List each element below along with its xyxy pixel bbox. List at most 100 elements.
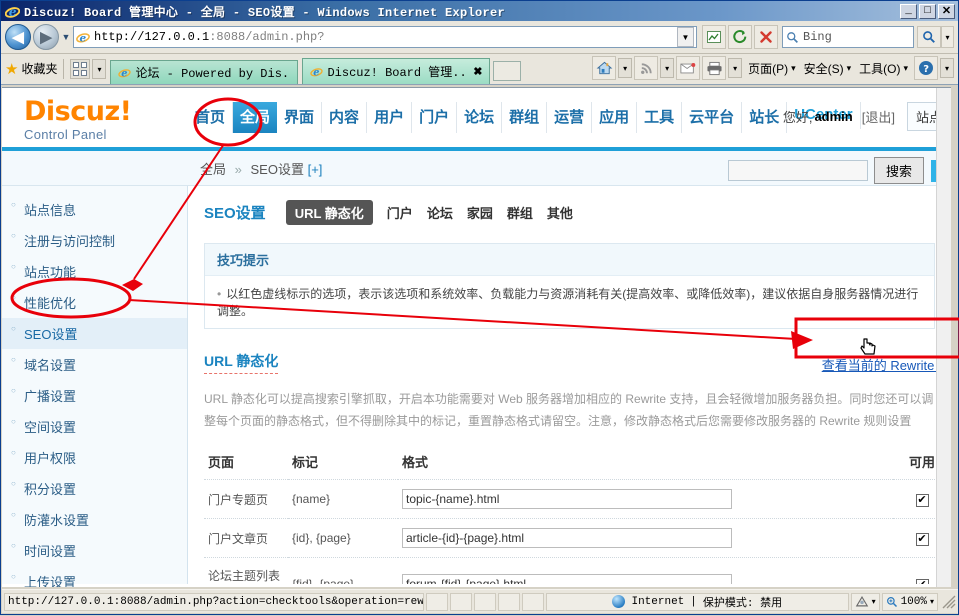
browser-search-go-button[interactable] <box>917 26 941 48</box>
sidebar-item-site-info[interactable]: 站点信息 <box>2 194 187 225</box>
help-dropdown-icon[interactable]: ▾ <box>940 58 954 78</box>
breadcrumb-expand[interactable]: [+] <box>308 162 323 177</box>
protected-mode-label: 保护模式: 禁用 <box>702 597 783 610</box>
sidebar-item-site-features[interactable]: 站点功能 <box>2 256 187 287</box>
tab-url-static[interactable]: URL 静态化 <box>285 200 373 225</box>
search-icon <box>787 31 798 43</box>
privacy-report-button[interactable]: ▾ <box>850 592 880 611</box>
page-scrollbar[interactable] <box>936 88 951 587</box>
sidebar-item-upload[interactable]: 上传设置 <box>2 566 187 587</box>
view-rewrite-rules-link[interactable]: 查看当前的 Rewrite 规 <box>822 355 951 374</box>
format-input[interactable] <box>402 574 732 584</box>
favorites-dropdown-icon[interactable]: ▾ <box>92 59 107 79</box>
cell-page: 门户文章页 <box>204 518 288 558</box>
favorites-grid-icon[interactable] <box>70 59 91 79</box>
print-dropdown-icon[interactable]: ▾ <box>728 58 743 78</box>
sidebar-item-antispam[interactable]: 防灌水设置 <box>2 504 187 535</box>
sidebar-item-space[interactable]: 空间设置 <box>2 411 187 442</box>
resize-grip[interactable] <box>942 595 956 609</box>
breadcrumb-root[interactable]: 全局 <box>200 162 226 177</box>
cell-page: 门户专题页 <box>204 479 288 519</box>
tab-portal[interactable]: 门户 <box>387 203 413 222</box>
admin-search-input[interactable] <box>727 160 868 181</box>
sidebar: 站点信息 注册与访问控制 站点功能 性能优化 SEO设置 域名设置 广播设置 空… <box>2 186 188 587</box>
svg-text:e: e <box>80 32 87 44</box>
sidebar-item-time[interactable]: 时间设置 <box>2 535 187 566</box>
sidebar-item-permissions[interactable]: 用户权限 <box>2 442 187 473</box>
nav-item-portal[interactable]: 门户 <box>412 102 458 133</box>
chevron-down-icon: ▾ <box>791 63 796 73</box>
nav-item-interface[interactable]: 界面 <box>277 102 323 133</box>
tab-home[interactable]: 家园 <box>467 203 493 222</box>
format-input[interactable] <box>402 489 732 509</box>
admin-search-button[interactable]: 搜索 <box>873 157 924 184</box>
privacy-icon <box>855 596 868 607</box>
minimize-button[interactable]: _ <box>900 3 917 19</box>
sidebar-item-broadcast[interactable]: 广播设置 <box>2 380 187 411</box>
discuz-logo[interactable]: Discuz! Control Panel <box>2 88 188 147</box>
safety-menu[interactable]: 安全(S) ▾ <box>804 56 852 81</box>
section-description: URL 静态化可以提高搜索引擎抓取，开启本功能需要对 Web 服务器增加相应的 … <box>204 392 934 428</box>
nav-item-operation[interactable]: 运营 <box>547 102 593 133</box>
enabled-checkbox[interactable]: ✔ <box>915 578 929 584</box>
history-dropdown-icon[interactable]: ▼ <box>59 32 73 42</box>
nav-item-users[interactable]: 用户 <box>367 102 413 133</box>
tab-other[interactable]: 其他 <box>547 203 573 222</box>
nav-item-home[interactable]: 首页 <box>188 102 234 133</box>
browser-search-box[interactable]: Bing <box>782 26 914 48</box>
tools-menu[interactable]: 工具(O) ▾ <box>859 56 908 81</box>
nav-item-cloud[interactable]: 云平台 <box>682 102 743 133</box>
address-dropdown-icon[interactable]: ▼ <box>677 27 694 47</box>
enabled-checkbox[interactable]: ✔ <box>915 532 929 546</box>
home-dropdown-icon[interactable]: ▾ <box>618 58 633 78</box>
forward-button[interactable]: ▶ <box>33 24 59 50</box>
feeds-dropdown-icon[interactable]: ▾ <box>660 58 675 78</box>
tab-group[interactable]: 群组 <box>507 203 533 222</box>
page-menu[interactable]: 页面(P) ▾ <box>748 56 796 81</box>
read-mail-button[interactable] <box>676 56 701 80</box>
back-button[interactable]: ◀ <box>5 24 31 50</box>
sidebar-item-credits[interactable]: 积分设置 <box>2 473 187 504</box>
safety-menu-label: 安全(S) <box>803 62 844 76</box>
nav-item-webmaster[interactable]: 站长 <box>742 102 788 133</box>
home-button[interactable] <box>592 56 617 80</box>
nav-item-group[interactable]: 群组 <box>502 102 548 133</box>
feeds-button[interactable] <box>634 56 659 80</box>
stop-button[interactable] <box>754 25 778 49</box>
sidebar-item-performance[interactable]: 性能优化 <box>2 287 187 318</box>
format-input[interactable] <box>402 528 732 548</box>
enabled-checkbox[interactable]: ✔ <box>915 493 929 507</box>
favorites-button[interactable]: ★ 收藏夹 <box>5 56 57 81</box>
sidebar-item-domain[interactable]: 域名设置 <box>2 349 187 380</box>
refresh-button[interactable] <box>728 25 752 49</box>
sidebar-item-seo[interactable]: SEO设置 <box>2 318 187 349</box>
browser-tab-forum[interactable]: e 论坛 - Powered by Dis... <box>110 60 299 84</box>
close-button[interactable]: ✕ <box>938 3 955 19</box>
nav-item-tools[interactable]: 工具 <box>637 102 683 133</box>
browser-search-dropdown-icon[interactable]: ▾ <box>941 26 954 48</box>
tip-panel-body: • 以红色虚线标示的选项，表示该选项和系统效率、负载能力与资源消耗有关(提高效率、… <box>205 276 934 328</box>
address-bar[interactable]: e http://127.0.0.1:8088/admin.php? ▼ <box>73 26 697 48</box>
nav-item-global[interactable]: 全局 <box>233 102 278 133</box>
nav-item-forum[interactable]: 论坛 <box>457 102 503 133</box>
print-button[interactable] <box>702 56 727 80</box>
security-zone[interactable]: Internet | 保护模式: 禁用 <box>546 592 849 611</box>
internet-explorer-window: e Discuz! Board 管理中心 - 全局 - SEO设置 - Wind… <box>0 0 959 615</box>
nav-item-apps[interactable]: 应用 <box>592 102 638 133</box>
tab-forum[interactable]: 论坛 <box>427 203 453 222</box>
new-tab-button[interactable] <box>493 61 522 81</box>
help-button[interactable]: ? <box>914 56 938 80</box>
internet-explorer-icon: e <box>4 4 21 19</box>
browser-tab-admin[interactable]: e Discuz! Board 管理... ✖ <box>302 58 491 84</box>
logout-link[interactable]: [退出] <box>862 107 895 126</box>
status-right-controls: ▾ 100% ▾ <box>850 592 958 611</box>
sidebar-item-registration[interactable]: 注册与访问控制 <box>2 225 187 256</box>
maximize-button[interactable]: □ <box>919 3 936 19</box>
nav-item-content[interactable]: 内容 <box>322 102 368 133</box>
zoom-control[interactable]: 100% ▾ <box>881 592 938 611</box>
page-viewport: Discuz! Control Panel 首页 全局 界面 内容 用户 门户 … <box>2 87 951 587</box>
tab-close-icon[interactable]: ✖ <box>473 65 482 78</box>
page-title: SEO设置 <box>204 205 266 222</box>
page-body: 站点信息 注册与访问控制 站点功能 性能优化 SEO设置 域名设置 广播设置 空… <box>2 88 951 587</box>
compatibility-view-button[interactable] <box>702 25 726 49</box>
